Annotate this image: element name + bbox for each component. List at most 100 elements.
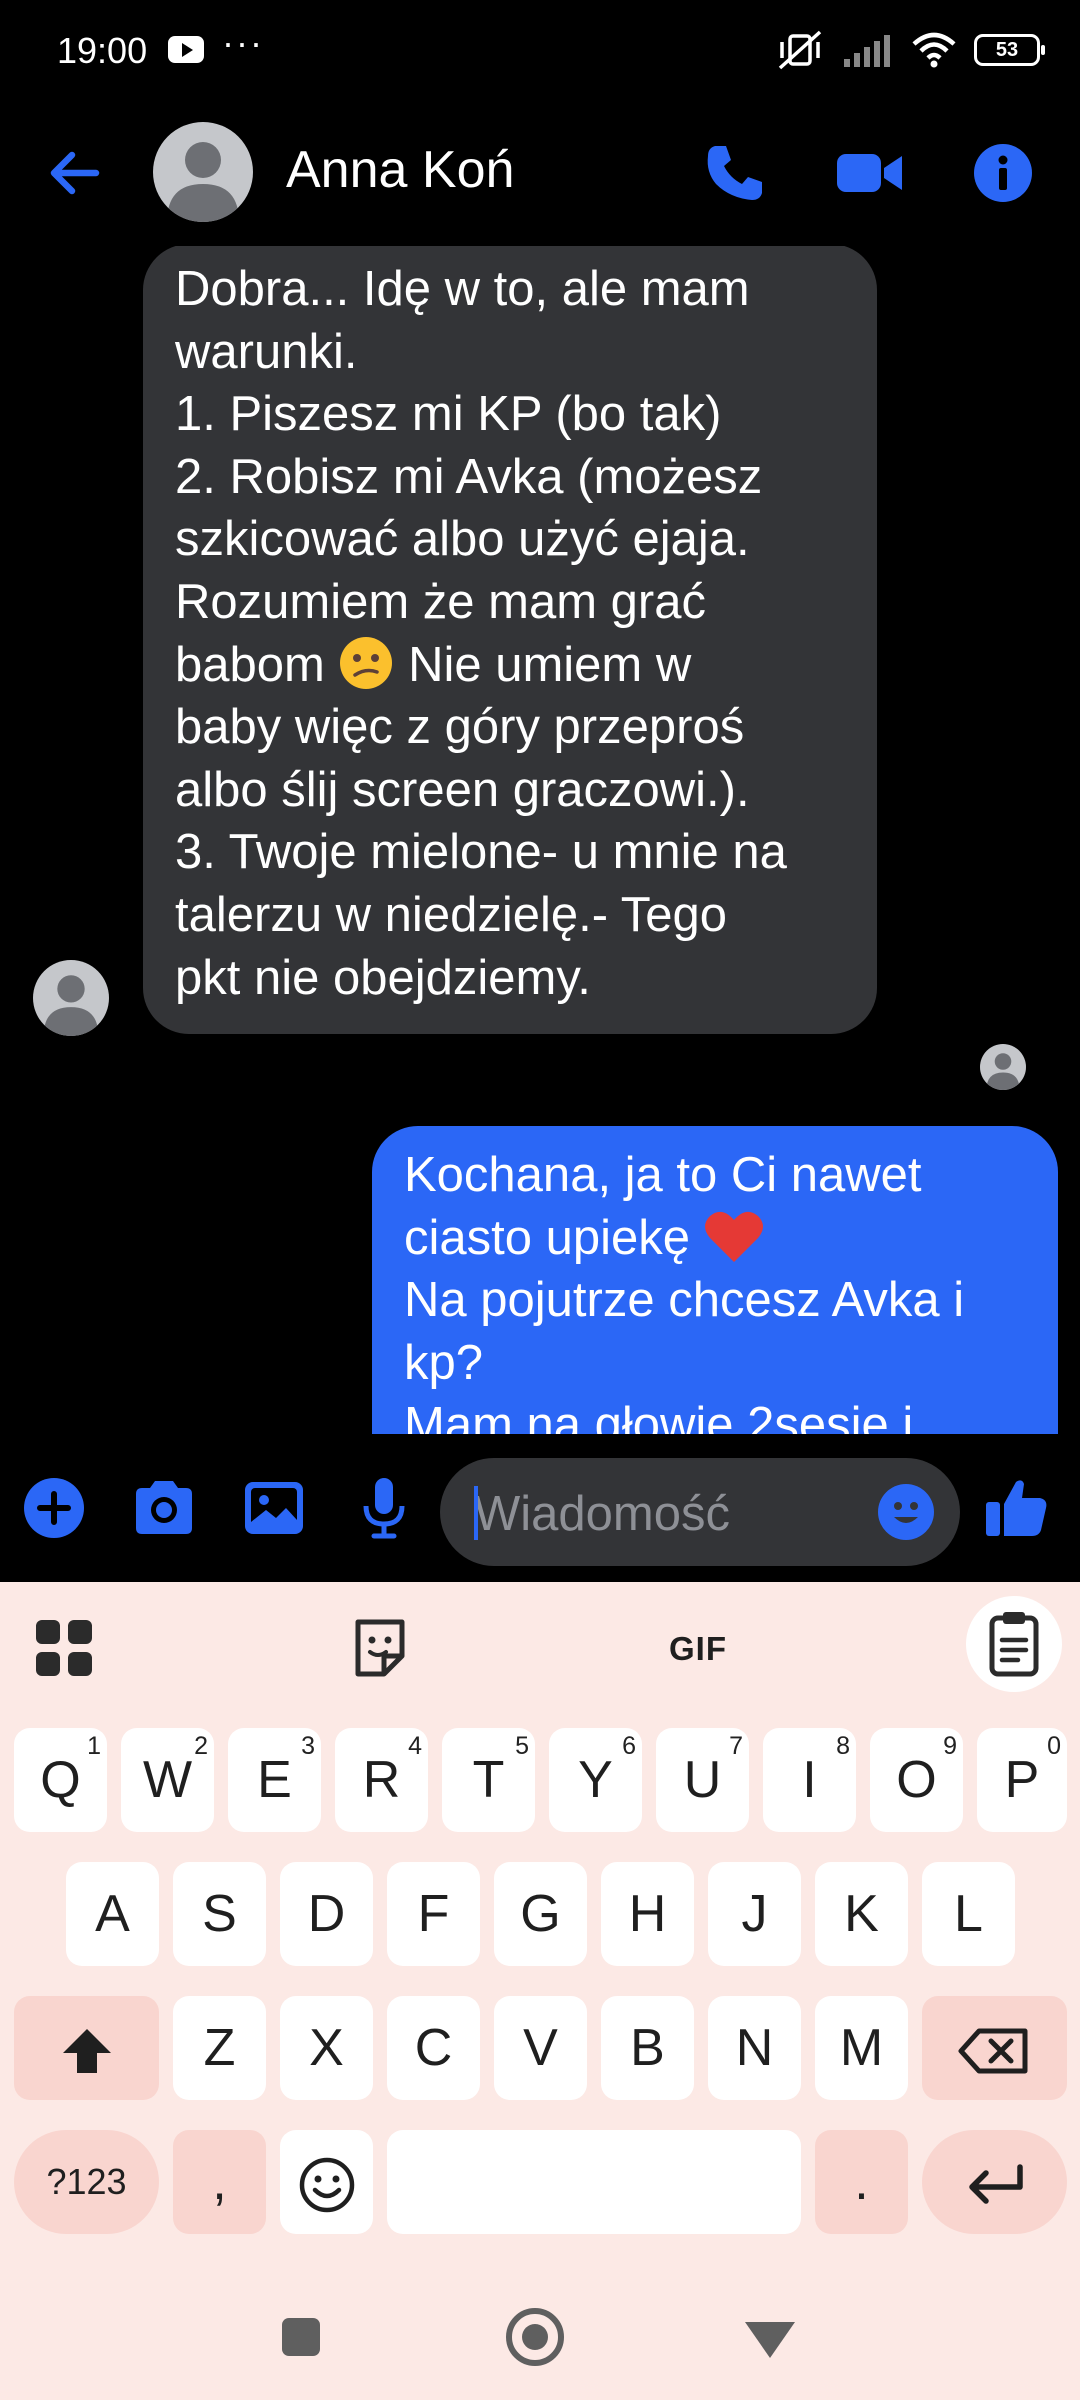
confused-face-emoji-icon [340, 636, 393, 689]
clipboard-button[interactable] [966, 1596, 1062, 1692]
youtube-icon [168, 36, 204, 63]
camera-icon[interactable] [126, 1470, 202, 1546]
key-label: P [1004, 1751, 1040, 1809]
shift-icon [62, 2029, 111, 2074]
key-l[interactable]: L [922, 1862, 1015, 1966]
key-q[interactable]: Q1 [14, 1728, 107, 1832]
key-hint: 0 [1047, 1732, 1061, 1760]
key-n[interactable]: N [708, 1996, 801, 2100]
key-hint: 9 [943, 1732, 957, 1760]
symbols-key[interactable]: ?123 [14, 2130, 159, 2234]
sticker-icon[interactable] [332, 1608, 428, 1688]
key-m[interactable]: M [815, 1996, 908, 2100]
info-icon[interactable] [968, 138, 1038, 208]
battery-level: 53 [995, 38, 1019, 61]
key-j[interactable]: J [708, 1862, 801, 1966]
emoji-icon[interactable] [878, 1484, 934, 1540]
back-arrow-icon[interactable] [40, 138, 110, 208]
incoming-message-bubble[interactable]: Dobra... Idę w to, ale mam warunki. 1. P… [143, 246, 877, 1034]
red-heart-emoji-icon [704, 1211, 763, 1262]
video-camera-icon[interactable] [834, 138, 906, 208]
key-w[interactable]: W2 [121, 1728, 214, 1832]
key-z[interactable]: Z [173, 1996, 266, 2100]
message-line: szkicować albo użyć ejaja. [175, 512, 750, 567]
key-x[interactable]: X [280, 1996, 373, 2100]
message-input-placeholder: Wiadomość [474, 1487, 730, 1541]
key-hint: 3 [301, 1732, 315, 1760]
message-line: Mam na głowie 2sesje i [404, 1398, 914, 1434]
more-dots-icon: ··· [222, 22, 264, 63]
key-label: Y [578, 1751, 613, 1809]
key-f[interactable]: F [387, 1862, 480, 1966]
avatar-icon[interactable] [153, 122, 253, 222]
key-hint: 2 [194, 1732, 208, 1760]
comma-key[interactable]: , [173, 2130, 266, 2234]
key-i[interactable]: I8 [763, 1728, 856, 1832]
key-h[interactable]: H [601, 1862, 694, 1966]
outgoing-message-bubble[interactable]: Kochana, ja to Ci nawet ciasto upiekę Na… [372, 1126, 1058, 1434]
home-icon[interactable] [506, 2308, 564, 2366]
key-k[interactable]: K [815, 1862, 908, 1966]
wifi-icon [912, 32, 956, 68]
backspace-key[interactable] [922, 1996, 1067, 2100]
key-label: U [683, 1751, 722, 1809]
key-y[interactable]: Y6 [549, 1728, 642, 1832]
thumbs-up-icon[interactable] [978, 1470, 1054, 1546]
message-line-with-emoji: babom Nie umiem w [175, 634, 845, 697]
read-receipt-avatar-icon [980, 1044, 1026, 1090]
key-label: Q [40, 1751, 81, 1809]
key-hint: 6 [622, 1732, 636, 1760]
sender-avatar-icon[interactable] [33, 960, 109, 1036]
message-line: Kochana, ja to Ci nawet [404, 1148, 922, 1202]
text-cursor [474, 1486, 478, 1540]
message-input[interactable]: Wiadomość [440, 1458, 960, 1566]
key-b[interactable]: B [601, 1996, 694, 2100]
key-r[interactable]: R4 [335, 1728, 428, 1832]
message-line: pkt nie obejdziemy. [175, 950, 591, 1005]
shift-key[interactable] [14, 1996, 159, 2100]
key-label: R [362, 1751, 401, 1809]
period-key[interactable]: . [815, 2130, 908, 2234]
message-line: talerzu w niedzielę.- Tego [175, 887, 728, 942]
message-composer: Wiadomość [0, 1434, 1080, 1582]
message-line: Na pojutrze chcesz Avka i [404, 1273, 965, 1328]
key-o[interactable]: O9 [870, 1728, 963, 1832]
key-p[interactable]: P0 [977, 1728, 1067, 1832]
battery-icon: 53 [974, 34, 1045, 66]
message-line: Dobra... Idę w to, ale mam [175, 262, 750, 316]
phone-icon[interactable] [700, 138, 770, 208]
message-text: ciasto upiekę [404, 1210, 691, 1265]
backspace-icon [958, 2028, 1027, 2074]
microphone-icon[interactable] [346, 1470, 422, 1546]
message-list[interactable]: Dobra... Idę w to, ale mam warunki. 1. P… [0, 246, 1080, 1434]
enter-key[interactable] [922, 2130, 1067, 2234]
message-line-with-emoji: ciasto upiekę [404, 1207, 1026, 1270]
key-label: T [472, 1751, 505, 1809]
message-text: babom [175, 637, 325, 692]
message-line: 2. Robisz mi Avka (możesz [175, 449, 763, 504]
key-c[interactable]: C [387, 1996, 480, 2100]
key-a[interactable]: A [66, 1862, 159, 1966]
key-u[interactable]: U7 [656, 1728, 749, 1832]
space-bar[interactable] [387, 2130, 801, 2234]
plus-icon[interactable] [16, 1470, 92, 1546]
back-icon[interactable] [745, 2322, 795, 2358]
key-d[interactable]: D [280, 1862, 373, 1966]
message-line: warunki. [175, 324, 358, 379]
recents-icon[interactable] [282, 2318, 320, 2356]
key-hint: 1 [87, 1732, 101, 1760]
image-icon[interactable] [236, 1470, 312, 1546]
apps-grid-icon[interactable] [16, 1608, 112, 1688]
emoji-icon [299, 2158, 354, 2213]
key-e[interactable]: E3 [228, 1728, 321, 1832]
gif-button[interactable]: GIF [650, 1608, 746, 1688]
key-hint: 8 [836, 1732, 850, 1760]
emoji-key[interactable] [280, 2130, 373, 2234]
clipboard-icon [989, 1612, 1039, 1677]
key-t[interactable]: T5 [442, 1728, 535, 1832]
contact-name[interactable]: Anna Koń [286, 140, 514, 200]
key-s[interactable]: S [173, 1862, 266, 1966]
key-v[interactable]: V [494, 1996, 587, 2100]
key-g[interactable]: G [494, 1862, 587, 1966]
message-line: kp? [404, 1335, 484, 1390]
